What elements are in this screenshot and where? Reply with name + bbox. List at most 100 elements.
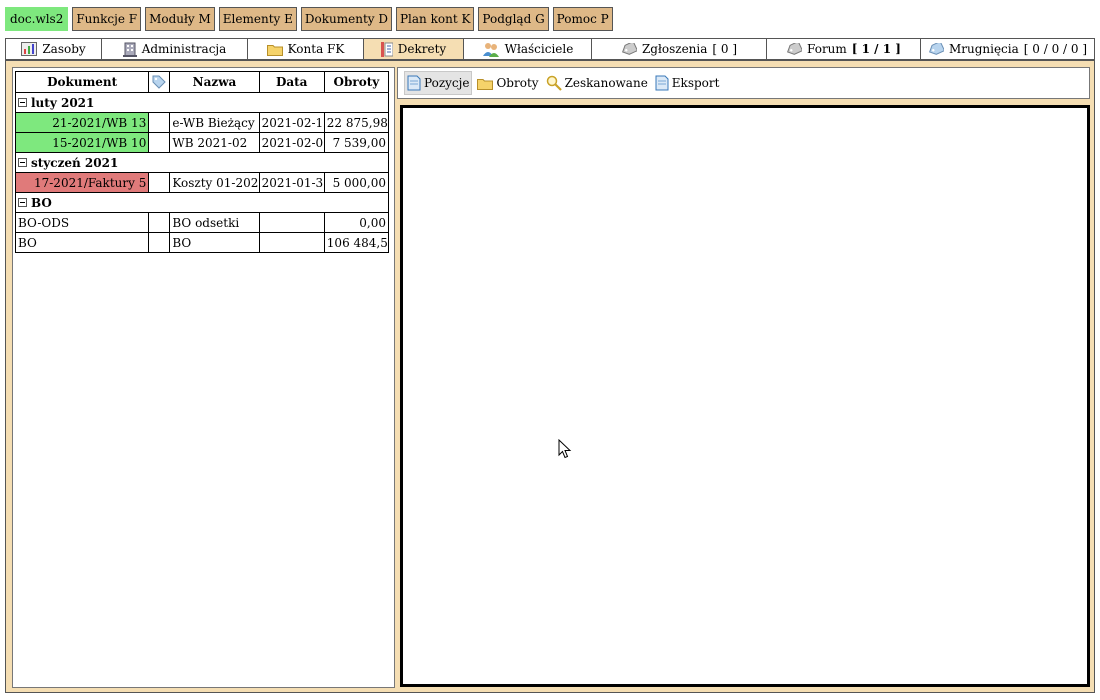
owners-icon bbox=[482, 42, 499, 57]
cell-tag bbox=[148, 232, 171, 253]
menu-moduly[interactable]: Moduły M bbox=[145, 7, 215, 31]
main-area: Dokument Nazwa Data Obroty luty 2021 21-… bbox=[5, 60, 1095, 693]
menu-doc-wls2[interactable]: doc.wls2 bbox=[5, 7, 69, 31]
group-title: BO bbox=[31, 195, 52, 210]
column-header-tag[interactable] bbox=[148, 71, 171, 93]
cell-turnover: 106 484,53 bbox=[323, 232, 390, 253]
menu-dokumenty[interactable]: Dokumenty D bbox=[300, 7, 392, 31]
column-header-date[interactable]: Data bbox=[258, 71, 325, 93]
collapse-icon[interactable] bbox=[18, 198, 27, 207]
resources-icon bbox=[21, 42, 38, 56]
tab-zasoby-label: Zasoby bbox=[42, 42, 86, 56]
cell-tag bbox=[148, 172, 171, 193]
cell-name: BO bbox=[169, 232, 260, 253]
zeskanowane-button[interactable]: Zeskanowane bbox=[544, 71, 650, 95]
zeskanowane-label: Zeskanowane bbox=[564, 76, 648, 90]
cell-document[interactable]: 17-2021/Faktury 5 bbox=[14, 172, 150, 193]
tab-forum-count: [ 1 / 1 ] bbox=[851, 42, 901, 56]
cell-document[interactable]: BO-ODS bbox=[14, 212, 150, 233]
tab-wlasciciele-label: Właściciele bbox=[504, 42, 574, 56]
tab-forum[interactable]: Forum [ 1 / 1 ] bbox=[767, 39, 921, 59]
table-row[interactable]: 21-2021/WB 13 e-WB Bieżący 2021-02-12 22… bbox=[14, 112, 390, 133]
folder-icon bbox=[266, 44, 283, 56]
collapse-icon[interactable] bbox=[18, 158, 27, 167]
documents-panel: Dokument Nazwa Data Obroty luty 2021 21-… bbox=[12, 67, 395, 688]
table-row[interactable]: BO-ODS BO odsetki 0,00 bbox=[14, 212, 390, 233]
tab-dekrety[interactable]: Dekrety bbox=[364, 39, 464, 59]
group-row[interactable]: luty 2021 bbox=[15, 92, 389, 113]
decree-icon bbox=[380, 41, 393, 57]
cell-turnover: 5 000,00 bbox=[323, 172, 390, 193]
group-row[interactable]: styczeń 2021 bbox=[15, 152, 389, 173]
pozycje-button[interactable]: Pozycje bbox=[404, 71, 473, 95]
tab-mrugniecia-count: [ 0 / 0 / 0 ] bbox=[1023, 42, 1088, 56]
tab-forum-label: Forum bbox=[807, 42, 847, 56]
tab-wlasciciele[interactable]: Właściciele bbox=[464, 39, 592, 59]
tag-icon bbox=[621, 43, 637, 55]
cell-turnover: 0,00 bbox=[323, 212, 390, 233]
tab-dekrety-label: Dekrety bbox=[397, 42, 447, 56]
tab-mrugniecia[interactable]: Mrugnięcia [ 0 / 0 / 0 ] bbox=[921, 39, 1094, 59]
cell-name: BO odsetki bbox=[169, 212, 260, 233]
details-content-area[interactable] bbox=[400, 105, 1090, 687]
pozycje-label: Pozycje bbox=[424, 76, 470, 90]
cell-turnover: 22 875,98 bbox=[323, 112, 390, 133]
document-icon bbox=[655, 75, 669, 91]
column-header-name[interactable]: Nazwa bbox=[169, 71, 260, 93]
group-title: styczeń 2021 bbox=[31, 155, 119, 170]
column-header-document[interactable]: Dokument bbox=[14, 71, 150, 93]
magnifier-icon bbox=[546, 75, 562, 91]
cell-name: e-WB Bieżący bbox=[169, 112, 260, 133]
cell-date: 2021-02-01 bbox=[258, 132, 325, 153]
cell-turnover: 7 539,00 bbox=[323, 132, 390, 153]
cell-tag bbox=[148, 132, 171, 153]
eksport-button[interactable]: Eksport bbox=[653, 71, 722, 95]
obroty-label: Obroty bbox=[496, 76, 539, 90]
tab-zgloszenia-label: Zgłoszenia bbox=[641, 42, 708, 56]
module-tabs: Zasoby Administracja Konta FK Dekrety Wł… bbox=[5, 38, 1095, 60]
group-row[interactable]: BO bbox=[15, 192, 389, 213]
tag-icon bbox=[787, 43, 803, 55]
tab-mrugniecia-label: Mrugnięcia bbox=[948, 42, 1019, 56]
tab-administracja-label: Administracja bbox=[141, 42, 227, 56]
column-header-turnover[interactable]: Obroty bbox=[323, 71, 390, 93]
tab-konta-fk-label: Konta FK bbox=[287, 42, 345, 56]
cell-tag bbox=[148, 112, 171, 133]
menu-elementy[interactable]: Elementy E bbox=[218, 7, 297, 31]
table-row[interactable]: 17-2021/Faktury 5 Koszty 01-2021 2021-01… bbox=[14, 172, 390, 193]
mouse-pointer-icon bbox=[558, 439, 572, 459]
cell-name: WB 2021-02 bbox=[169, 132, 260, 153]
details-toolbar: Pozycje Obroty Zeskanowane Eksport bbox=[397, 67, 1090, 99]
top-menu: doc.wls2 Funkcje F Moduły M Elementy E D… bbox=[5, 7, 613, 31]
details-panel: Pozycje Obroty Zeskanowane Eksport bbox=[397, 67, 1090, 688]
tag-icon bbox=[152, 75, 167, 89]
tab-administracja[interactable]: Administracja bbox=[102, 39, 248, 59]
table-row[interactable]: 15-2021/WB 10 WB 2021-02 2021-02-01 7 53… bbox=[14, 132, 390, 153]
cell-document[interactable]: 15-2021/WB 10 bbox=[14, 132, 150, 153]
table-header-row: Dokument Nazwa Data Obroty bbox=[14, 71, 390, 93]
cell-date bbox=[258, 212, 325, 233]
document-icon bbox=[407, 75, 421, 91]
tag-icon bbox=[928, 43, 944, 55]
cell-date: 2021-01-31 bbox=[258, 172, 325, 193]
cell-tag bbox=[148, 212, 171, 233]
table-row[interactable]: BO BO 106 484,53 bbox=[14, 232, 390, 253]
menu-podglad[interactable]: Podgląd G bbox=[478, 7, 549, 31]
folder-icon bbox=[477, 78, 494, 90]
cell-date: 2021-02-12 bbox=[258, 112, 325, 133]
eksport-label: Eksport bbox=[671, 76, 720, 90]
tab-zgloszenia-count: [ 0 ] bbox=[712, 42, 738, 56]
cell-document[interactable]: 21-2021/WB 13 bbox=[14, 112, 150, 133]
obroty-button[interactable]: Obroty bbox=[475, 71, 540, 95]
documents-table: Dokument Nazwa Data Obroty luty 2021 21-… bbox=[14, 71, 390, 253]
menu-funkcje[interactable]: Funkcje F bbox=[72, 7, 142, 31]
tab-zasoby[interactable]: Zasoby bbox=[6, 39, 102, 59]
building-icon bbox=[122, 42, 137, 57]
collapse-icon[interactable] bbox=[18, 98, 27, 107]
menu-plan-kont[interactable]: Plan kont K bbox=[395, 7, 475, 31]
tab-konta-fk[interactable]: Konta FK bbox=[248, 39, 364, 59]
tab-zgloszenia[interactable]: Zgłoszenia [ 0 ] bbox=[592, 39, 767, 59]
menu-pomoc[interactable]: Pomoc P bbox=[552, 7, 613, 31]
group-title: luty 2021 bbox=[31, 95, 95, 110]
cell-document[interactable]: BO bbox=[14, 232, 150, 253]
